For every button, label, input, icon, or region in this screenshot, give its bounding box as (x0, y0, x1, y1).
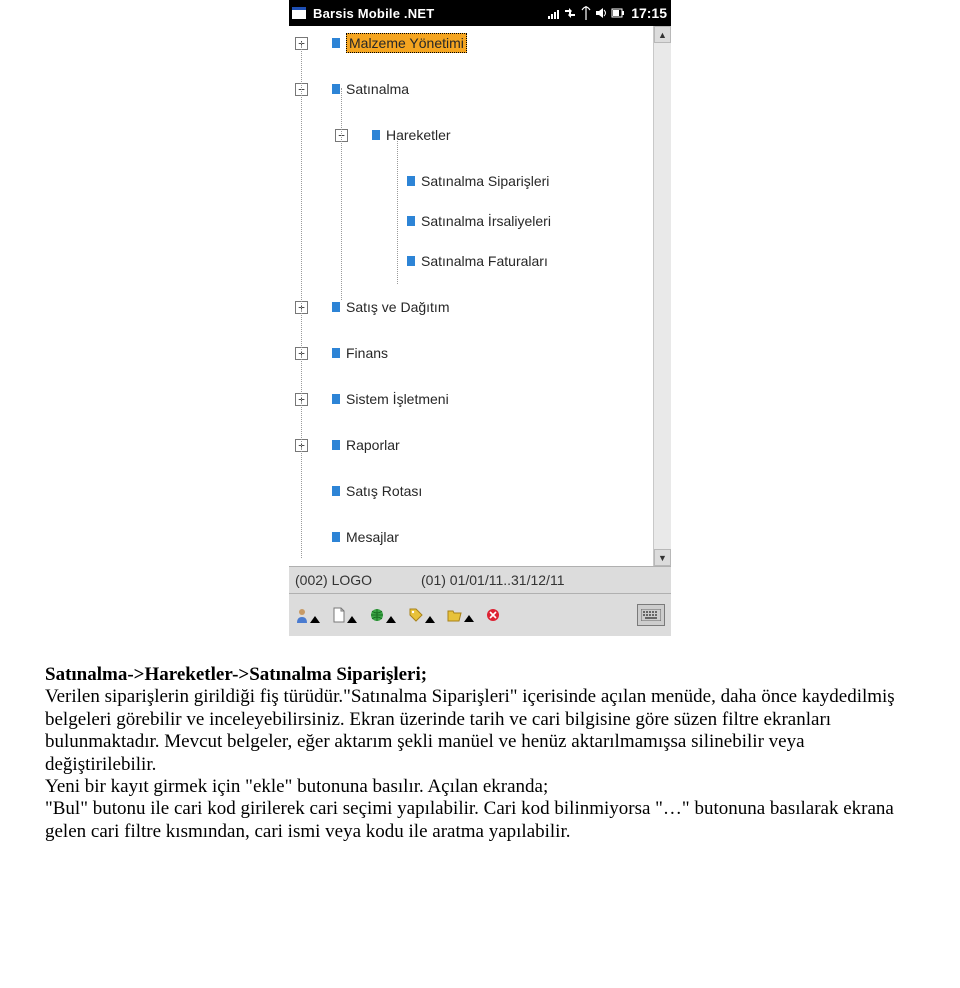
keyboard-icon (641, 609, 661, 621)
antenna-icon (581, 6, 591, 20)
paragraph-text-1: Verilen siparişlerin girildiği fiş türüd… (45, 686, 895, 774)
toolbar-btn-tag[interactable] (408, 607, 435, 623)
body-paragraph: Satınalma->Hareketler->Satınalma Sipariş… (45, 664, 915, 843)
tree-item-label: Satış Rotası (346, 483, 422, 499)
toolbar-btn-folder[interactable] (447, 608, 474, 622)
status-title-wrap: Barsis Mobile .NET (291, 5, 434, 21)
tree-item-label: Satınalma Faturaları (421, 253, 548, 269)
tree-item-label: Satınalma İrsaliyeleri (421, 213, 551, 229)
item-icon (332, 532, 340, 542)
user-icon (295, 607, 309, 623)
info-company: (002) LOGO (295, 572, 421, 588)
folder-icon (332, 394, 340, 404)
tree-item-irsaliyeler[interactable]: Satınalma İrsaliyeleri (295, 208, 671, 234)
tree-item-finans[interactable]: + Finans (295, 340, 671, 366)
tree-item-sistem[interactable]: + Sistem İşletmeni (295, 386, 671, 412)
clock: 17:15 (631, 5, 667, 21)
file-icon (332, 607, 346, 623)
tree-area: + Malzeme Yönetimi − Satınalma − Hareke (289, 26, 671, 566)
folder-icon (332, 440, 340, 450)
tree-item-label: Satınalma (346, 81, 409, 97)
tree-connector (341, 88, 342, 300)
tree-connector (301, 42, 302, 558)
folder-open-icon (447, 608, 463, 622)
paragraph-title: Satınalma->Hareketler->Satınalma Sipariş… (45, 664, 915, 686)
chevron-up-icon (310, 616, 320, 623)
toolbar-btn-globe[interactable] (369, 607, 396, 623)
item-icon (407, 216, 415, 226)
folder-icon (372, 130, 380, 140)
item-icon (407, 176, 415, 186)
item-icon (407, 256, 415, 266)
chevron-up-icon (425, 616, 435, 623)
item-icon (332, 486, 340, 496)
tree-item-rota[interactable]: Satış Rotası (295, 478, 671, 504)
chevron-up-icon (464, 615, 474, 622)
tree-item-label: Satınalma Siparişleri (421, 173, 549, 189)
sync-icon (563, 7, 577, 19)
navigation-tree[interactable]: + Malzeme Yönetimi − Satınalma − Hareke (289, 26, 671, 554)
status-icons (548, 6, 625, 20)
mobile-device-screenshot: Barsis Mobile .NET 17:15 (289, 0, 671, 636)
app-title: Barsis Mobile .NET (313, 6, 434, 21)
close-red-icon (486, 608, 500, 622)
info-period: (01) 01/01/11..31/12/11 (421, 572, 564, 588)
tree-item-faturalar[interactable]: Satınalma Faturaları (295, 248, 671, 274)
toolbar-btn-close[interactable] (486, 608, 500, 622)
app-window-icon (291, 5, 307, 21)
tree-item-label: Sistem İşletmeni (346, 391, 449, 407)
tree-item-siparisler[interactable]: Satınalma Siparişleri (295, 168, 671, 194)
tree-item-malzeme[interactable]: + Malzeme Yönetimi (295, 30, 671, 56)
battery-icon (611, 7, 625, 19)
paragraph-text-2: Yeni bir kayıt girmek için "ekle" butonu… (45, 776, 548, 797)
bottom-toolbar (289, 593, 671, 636)
vertical-scrollbar[interactable]: ▲ ▼ (653, 26, 671, 566)
tree-item-label: Hareketler (386, 127, 451, 143)
scroll-up-icon[interactable]: ▲ (654, 26, 671, 43)
folder-icon (332, 348, 340, 358)
speaker-icon (595, 7, 607, 19)
tree-item-label: Raporlar (346, 437, 400, 453)
chevron-up-icon (347, 616, 357, 623)
scroll-down-icon[interactable]: ▼ (654, 549, 671, 566)
status-bar: Barsis Mobile .NET 17:15 (289, 0, 671, 26)
tree-item-label: Malzeme Yönetimi (346, 33, 467, 53)
tree-connector (397, 134, 398, 284)
tree-item-satinalma[interactable]: − Satınalma (295, 76, 671, 102)
folder-icon (332, 38, 340, 48)
tree-item-raporlar[interactable]: + Raporlar (295, 432, 671, 458)
tree-item-hareketler[interactable]: − Hareketler (295, 122, 671, 148)
chevron-up-icon (386, 616, 396, 623)
folder-icon (332, 84, 340, 94)
globe-icon (369, 607, 385, 623)
tree-item-label: Mesajlar (346, 529, 399, 545)
folder-icon (332, 302, 340, 312)
tag-icon (408, 607, 424, 623)
paragraph-text-3: "Bul" butonu ile cari kod girilerek cari… (45, 798, 894, 841)
keyboard-button[interactable] (637, 604, 665, 626)
tree-item-label: Satış ve Dağıtım (346, 299, 449, 315)
toolbar-btn-file[interactable] (332, 607, 357, 623)
toolbar-btn-user[interactable] (295, 607, 320, 623)
signal-icon (548, 7, 559, 19)
tree-item-mesajlar[interactable]: Mesajlar (295, 524, 671, 550)
tree-item-label: Finans (346, 345, 388, 361)
info-bar: (002) LOGO (01) 01/01/11..31/12/11 (289, 566, 671, 593)
scroll-thumb[interactable] (654, 43, 671, 549)
tree-item-satis[interactable]: + Satış ve Dağıtım (295, 294, 671, 320)
